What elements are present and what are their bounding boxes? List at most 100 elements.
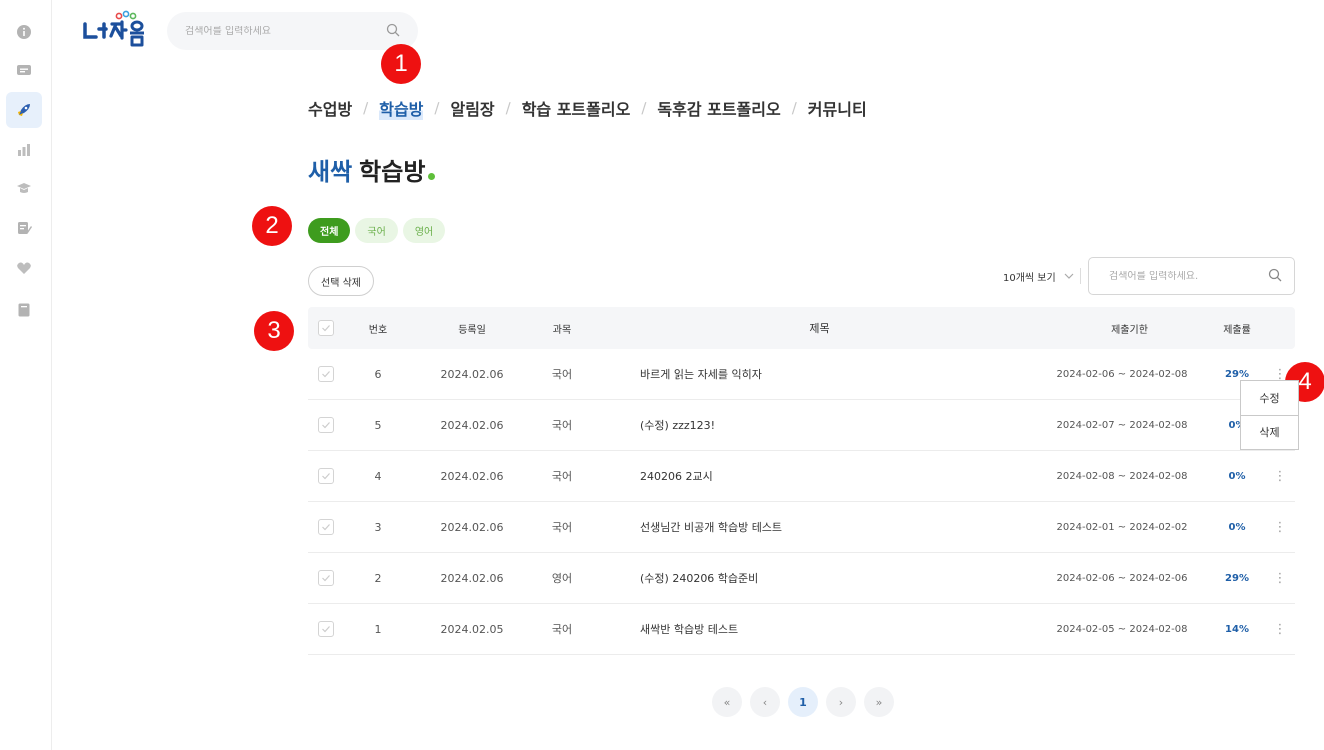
app-logo[interactable] (82, 10, 152, 50)
table-row[interactable]: 4 2024.02.06 국어 240206 2교시 2024-02-08 ~ 2024… (308, 451, 1295, 502)
header-date: 등록일 (458, 324, 486, 336)
breadcrumb-separator: ∕ (505, 99, 511, 117)
row-checkbox[interactable] (308, 366, 344, 382)
global-search-input[interactable] (185, 25, 365, 37)
info-icon[interactable] (6, 14, 42, 50)
row-checkbox[interactable] (308, 570, 344, 586)
row-due: 2024-02-01 ~ 2024-02-02 (1056, 521, 1188, 533)
row-no: 2 (374, 571, 382, 585)
per-page-value: 10개씩 보기 (1003, 272, 1056, 284)
breadcrumb-separator: ∕ (434, 99, 440, 117)
row-rate: 29% (1225, 368, 1249, 380)
table-row[interactable]: 1 2024.02.05 국어 새싹반 학습방 테스트 2024-02-05 ~ 202… (308, 604, 1295, 655)
more-options-icon[interactable]: ⋮ (1262, 571, 1298, 586)
row-no: 3 (374, 520, 382, 534)
row-subject: 국어 (551, 521, 573, 534)
annotation-marker-3: 3 (254, 311, 294, 351)
row-checkbox[interactable] (308, 519, 344, 535)
heart-icon[interactable] (6, 250, 42, 286)
row-no: 6 (374, 367, 382, 381)
search-icon[interactable] (1268, 267, 1282, 286)
menu-item-delete[interactable]: 삭제 (1241, 414, 1298, 450)
per-page-select[interactable]: 10개씩 보기 (1003, 267, 1074, 285)
row-due: 2024-02-07 ~ 2024-02-08 (1056, 419, 1188, 431)
row-title[interactable]: (수정) 240206 학습준비 (592, 570, 1032, 586)
row-date: 2024.02.06 (440, 469, 504, 483)
row-context-menu: 수정 삭제 (1240, 380, 1299, 450)
annotation-marker-1: 1 (381, 44, 421, 84)
page-title-main: 학습방 (359, 158, 426, 186)
pencil-note-icon[interactable] (6, 210, 42, 246)
filter-chip-korean[interactable]: 국어 (355, 218, 398, 243)
breadcrumb-item-study-portfolio[interactable]: 학습 포트폴리오 (522, 96, 631, 120)
left-icon-rail (0, 0, 52, 750)
row-checkbox[interactable] (308, 417, 344, 433)
book-icon[interactable] (6, 292, 42, 328)
delete-selected-button[interactable]: 선택 삭제 (308, 266, 374, 296)
row-title[interactable]: 240206 2교시 (592, 468, 1032, 484)
table-header: 번호 등록일 과목 제목 제출기한 제출률 (308, 307, 1295, 349)
next-page-button[interactable]: › (826, 687, 856, 717)
table-row[interactable]: 2 2024.02.06 영어 (수정) 240206 학습준비 2024-02-06 … (308, 553, 1295, 604)
breadcrumb-item-reading-portfolio[interactable]: 독후감 포트폴리오 (657, 96, 780, 120)
row-subject: 국어 (551, 623, 573, 636)
table-row[interactable]: 5 2024.02.06 국어 (수정) zzz123! 2024-02-07 ~ 20… (308, 400, 1295, 451)
global-search (167, 12, 418, 50)
row-date: 2024.02.06 (440, 571, 504, 585)
filter-chip-english[interactable]: 영어 (402, 218, 446, 243)
row-rate: 29% (1225, 572, 1249, 584)
row-title[interactable]: (수정) zzz123! (592, 417, 1032, 433)
header-rate: 제출률 (1223, 324, 1251, 336)
breadcrumb-separator: ∕ (791, 99, 797, 117)
filter-chip-all[interactable]: 전체 (308, 218, 351, 243)
page-title-accent: 새싹 (308, 158, 353, 186)
row-no: 5 (374, 418, 382, 432)
row-title[interactable]: 선생님간 비공개 학습방 테스트 (592, 519, 1032, 535)
breadcrumb-item-study-room[interactable]: 학습방 (379, 96, 424, 120)
card-icon[interactable] (6, 52, 42, 88)
row-date: 2024.02.06 (440, 418, 504, 432)
search-icon[interactable] (386, 22, 400, 41)
row-title[interactable]: 바르게 읽는 자세를 익히자 (592, 366, 1032, 382)
row-due: 2024-02-06 ~ 2024-02-08 (1056, 368, 1188, 380)
table-row[interactable]: 3 2024.02.06 국어 선생님간 비공개 학습방 테스트 2024-02-01 … (308, 502, 1295, 553)
title-dot (428, 173, 436, 180)
row-title[interactable]: 새싹반 학습방 테스트 (592, 621, 1032, 637)
breadcrumb-item-class-room[interactable]: 수업방 (308, 96, 352, 120)
select-all-checkbox[interactable] (308, 320, 344, 336)
row-date: 2024.02.05 (440, 622, 504, 636)
header-title: 제목 (809, 322, 830, 335)
chevron-down-icon (1064, 271, 1074, 282)
row-subject: 영어 (551, 572, 573, 585)
last-page-button[interactable]: » (864, 687, 894, 717)
header-due: 제출기한 (1111, 324, 1148, 336)
bar-chart-icon[interactable] (6, 132, 42, 168)
table-body: 6 2024.02.06 국어 바르게 읽는 자세를 익히자 2024-02-06 ~ … (308, 349, 1295, 655)
more-options-icon[interactable]: ⋮ (1262, 469, 1298, 484)
breadcrumb-separator: ∕ (363, 99, 369, 117)
rocket-icon[interactable] (6, 92, 42, 128)
menu-item-edit[interactable]: 수정 (1241, 381, 1298, 415)
subject-filter: 전체 국어 영어 (308, 218, 446, 243)
table-row[interactable]: 6 2024.02.06 국어 바르게 읽는 자세를 익히자 2024-02-06 ~ … (308, 349, 1295, 400)
annotation-marker-2: 2 (252, 206, 292, 246)
breadcrumb-item-notice[interactable]: 알림장 (450, 96, 494, 120)
row-due: 2024-02-08 ~ 2024-02-08 (1056, 470, 1188, 482)
breadcrumb-item-community[interactable]: 커뮤니티 (808, 96, 867, 120)
page-button-current[interactable]: 1 (788, 687, 818, 717)
row-rate: 14% (1225, 623, 1249, 635)
page-title: 새싹 학습방 (308, 152, 436, 187)
row-subject: 국어 (551, 419, 573, 432)
more-options-icon[interactable]: ⋮ (1262, 520, 1298, 535)
prev-page-button[interactable]: ‹ (750, 687, 780, 717)
row-checkbox[interactable] (308, 621, 344, 637)
graduation-cap-icon[interactable] (6, 170, 42, 206)
list-search (1088, 257, 1295, 295)
first-page-button[interactable]: « (712, 687, 742, 717)
header-no: 번호 (368, 324, 388, 336)
breadcrumb-separator: ∕ (641, 99, 647, 117)
row-checkbox[interactable] (308, 468, 344, 484)
row-subject: 국어 (551, 470, 573, 483)
more-options-icon[interactable]: ⋮ (1262, 622, 1298, 637)
list-search-input[interactable] (1109, 270, 1259, 282)
